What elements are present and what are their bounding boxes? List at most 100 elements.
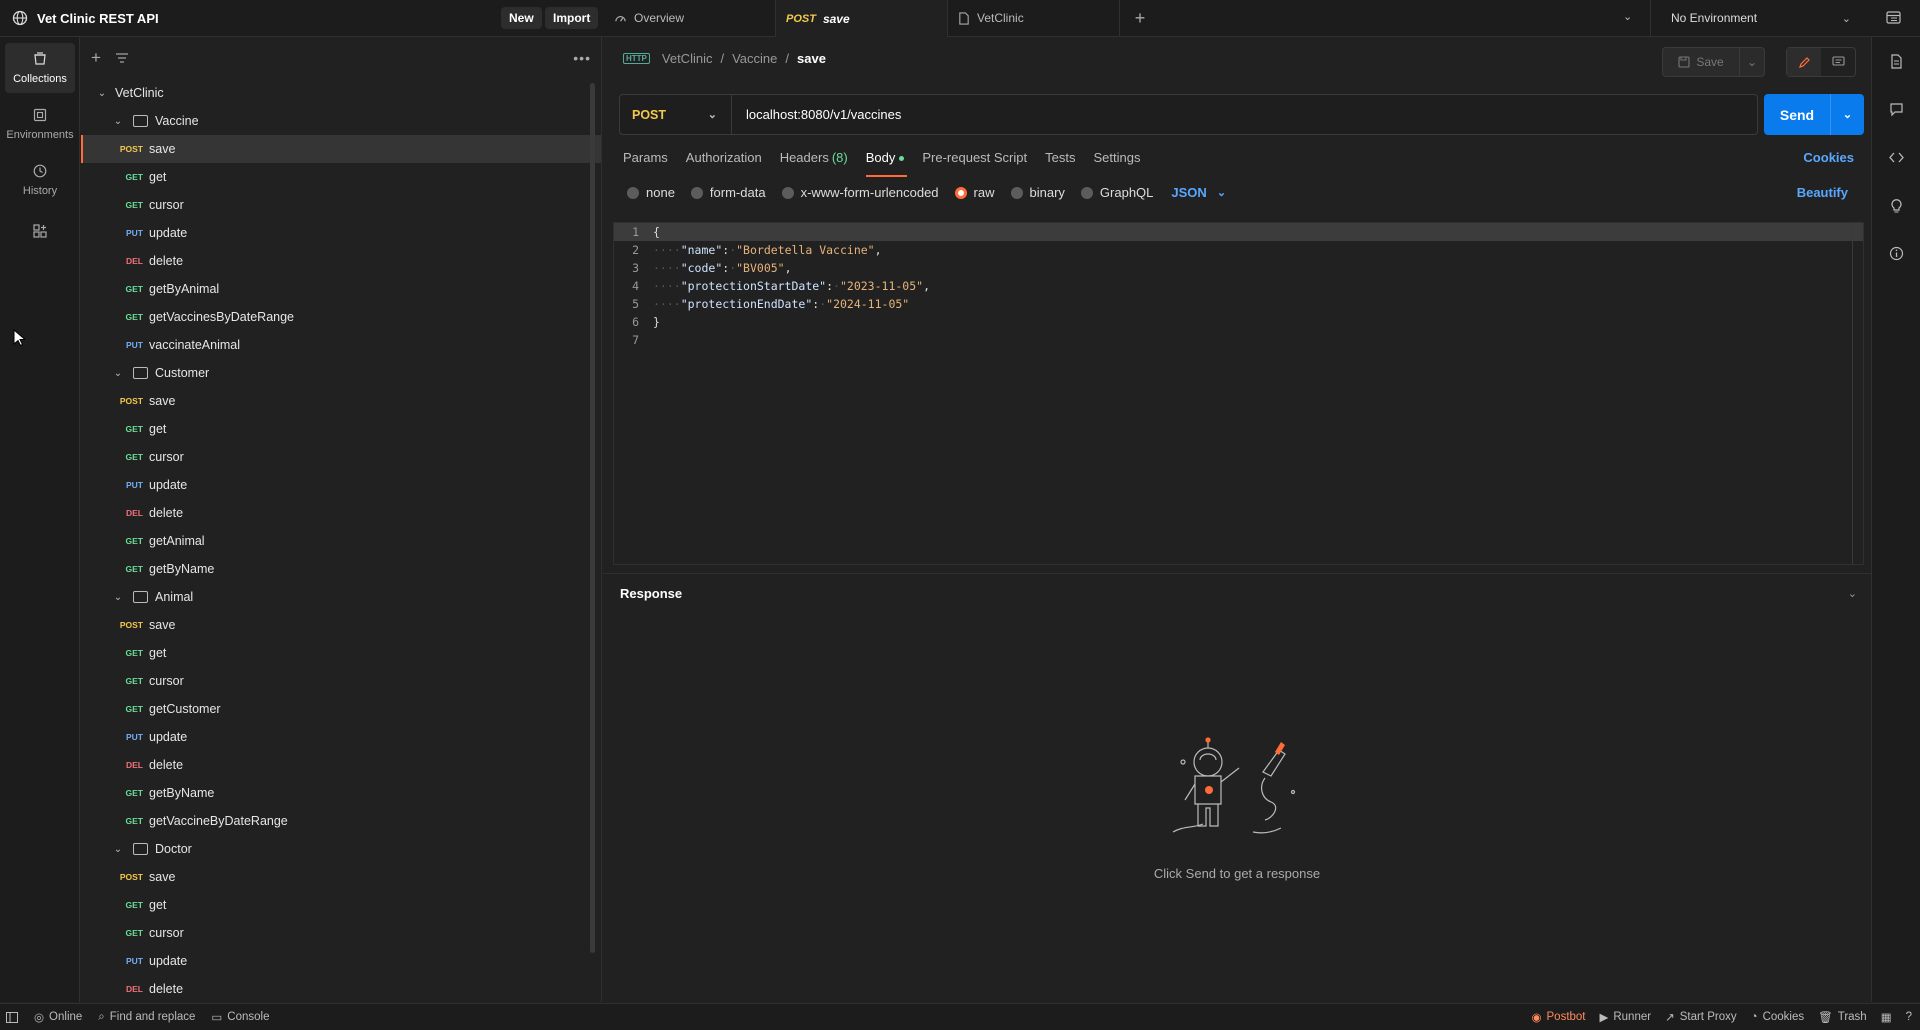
- lightbulb-icon[interactable]: [1872, 181, 1920, 229]
- tab-body[interactable]: Body: [857, 150, 914, 178]
- cookies-button[interactable]: ◔ Cookies: [1751, 1011, 1805, 1023]
- request-item[interactable]: GET cursor: [81, 443, 601, 471]
- request-name: get: [149, 646, 167, 660]
- response-header[interactable]: Response ⌄: [603, 573, 1871, 613]
- tab-params[interactable]: Params: [621, 150, 677, 178]
- radio-binary[interactable]: binary: [1010, 185, 1065, 200]
- rail-collections[interactable]: Collections: [5, 43, 75, 93]
- tab-headers[interactable]: Headers (8): [771, 150, 857, 178]
- format-select[interactable]: JSON ⌄: [1171, 185, 1226, 200]
- request-item[interactable]: GET get: [81, 415, 601, 443]
- request-item[interactable]: GET getByAnimal: [81, 275, 601, 303]
- request-item[interactable]: DEL delete: [81, 499, 601, 527]
- request-item[interactable]: GET get: [81, 891, 601, 919]
- workspace-header[interactable]: Vet Clinic REST API: [12, 0, 159, 36]
- url-input[interactable]: localhost:8080/v1/vaccines: [732, 107, 1757, 122]
- search-collections-input[interactable]: [143, 46, 559, 70]
- comments-icon[interactable]: [1872, 85, 1920, 133]
- layout-icon[interactable]: ▦: [1881, 1010, 1892, 1024]
- tab-overview[interactable]: Overview: [604, 0, 776, 36]
- runner-button[interactable]: ▶ Runner: [1600, 1010, 1652, 1024]
- tab-settings[interactable]: Settings: [1084, 150, 1149, 178]
- filter-icon[interactable]: [115, 52, 129, 64]
- request-item[interactable]: GET getByName: [81, 779, 601, 807]
- request-item[interactable]: POST save: [81, 863, 601, 891]
- tabs-overflow-chevron-icon[interactable]: ⌄: [1623, 10, 1632, 23]
- new-tab-button[interactable]: +: [1120, 0, 1160, 36]
- request-item[interactable]: POST save: [81, 135, 601, 163]
- start-proxy-button[interactable]: ↗ Start Proxy: [1665, 1010, 1737, 1024]
- console-button[interactable]: ▭ Console: [211, 1010, 269, 1024]
- send-options-chevron-icon[interactable]: ⌄: [1831, 94, 1864, 135]
- import-button[interactable]: Import: [545, 7, 599, 29]
- environment-selector[interactable]: No Environment ⌄: [1650, 0, 1865, 36]
- folder-row[interactable]: ⌄ Doctor: [81, 835, 601, 863]
- find-replace-button[interactable]: ⌕ Find and replace: [98, 1011, 195, 1024]
- request-item[interactable]: POST save: [81, 611, 601, 639]
- radio-none[interactable]: none: [627, 185, 675, 200]
- request-item[interactable]: PUT update: [81, 219, 601, 247]
- request-item[interactable]: PUT update: [81, 947, 601, 975]
- comments-mode-icon[interactable]: [1821, 48, 1855, 76]
- edit-mode-pencil-icon[interactable]: [1787, 48, 1821, 76]
- documentation-icon[interactable]: [1872, 37, 1920, 85]
- breadcrumb-collection[interactable]: VetClinic: [662, 51, 713, 66]
- body-code-editor[interactable]: 1{ 2 ····"name":·"Bordetella Vaccine", 3 ·…: [613, 222, 1864, 565]
- rail-configure[interactable]: [5, 211, 75, 251]
- radio-urlencoded[interactable]: x-www-form-urlencoded: [781, 185, 939, 200]
- tab-save[interactable]: POST save: [776, 0, 948, 37]
- folder-row[interactable]: ⌄ Customer: [81, 359, 601, 387]
- request-item[interactable]: GET cursor: [81, 667, 601, 695]
- tab-prerequest-script[interactable]: Pre-request Script: [913, 150, 1036, 178]
- add-collection-icon[interactable]: +: [91, 48, 101, 68]
- toggle-sidebar-icon[interactable]: [6, 1011, 18, 1023]
- save-options-chevron-icon[interactable]: ⌄: [1740, 55, 1764, 69]
- cookies-link[interactable]: Cookies: [1803, 150, 1854, 165]
- request-item[interactable]: DEL delete: [81, 247, 601, 275]
- request-item[interactable]: GET getVaccinesByDateRange: [81, 303, 601, 331]
- help-icon[interactable]: ?: [1906, 1011, 1912, 1023]
- tab-authorization[interactable]: Authorization: [677, 150, 771, 178]
- beautify-button[interactable]: Beautify: [1797, 185, 1848, 200]
- save-button[interactable]: Save: [1663, 48, 1740, 76]
- rail-environments[interactable]: Environments: [5, 99, 75, 149]
- request-item[interactable]: PUT update: [81, 723, 601, 751]
- request-item[interactable]: DEL delete: [81, 751, 601, 779]
- request-item[interactable]: GET cursor: [81, 919, 601, 947]
- collection-row[interactable]: ⌄ VetClinic: [81, 79, 601, 107]
- request-item[interactable]: DEL delete: [81, 975, 601, 1002]
- request-item[interactable]: PUT update: [81, 471, 601, 499]
- tab-vetclinic[interactable]: VetClinic: [948, 0, 1120, 36]
- request-item[interactable]: GET cursor: [81, 191, 601, 219]
- request-item[interactable]: PUT vaccinateAnimal: [81, 331, 601, 359]
- environment-quicklook-icon[interactable]: [1886, 10, 1901, 28]
- radio-form-data[interactable]: form-data: [690, 185, 766, 200]
- online-status[interactable]: ◎ Online: [34, 1010, 82, 1024]
- send-button[interactable]: Send: [1764, 94, 1831, 135]
- more-options-icon[interactable]: •••: [573, 50, 591, 66]
- request-item[interactable]: GET get: [81, 639, 601, 667]
- request-item[interactable]: POST save: [81, 387, 601, 415]
- rail-history[interactable]: History: [5, 155, 75, 205]
- tab-tests[interactable]: Tests: [1036, 150, 1084, 178]
- code-snippet-icon[interactable]: [1872, 133, 1920, 181]
- sidebar-scrollbar[interactable]: [590, 83, 595, 953]
- trash-button[interactable]: 🗑 Trash: [1818, 1010, 1867, 1024]
- request-item[interactable]: GET getByName: [81, 555, 601, 583]
- request-item[interactable]: GET getVaccineByDateRange: [81, 807, 601, 835]
- request-item[interactable]: GET getAnimal: [81, 527, 601, 555]
- editor-scrollbar[interactable]: [1852, 223, 1853, 564]
- radio-graphql[interactable]: GraphQL: [1080, 185, 1153, 200]
- postbot-button[interactable]: ◉ Postbot: [1531, 1010, 1585, 1024]
- request-item[interactable]: GET getCustomer: [81, 695, 601, 723]
- breadcrumb-folder[interactable]: Vaccine: [732, 51, 777, 66]
- breadcrumb-request[interactable]: save: [797, 51, 826, 66]
- new-button[interactable]: New: [501, 7, 542, 29]
- folder-row[interactable]: ⌄ Animal: [81, 583, 601, 611]
- folder-row[interactable]: ⌄ Vaccine: [81, 107, 601, 135]
- radio-raw[interactable]: raw: [954, 185, 995, 200]
- info-icon[interactable]: [1872, 229, 1920, 277]
- chevron-down-icon[interactable]: ⌄: [1848, 587, 1857, 600]
- request-item[interactable]: GET get: [81, 163, 601, 191]
- method-select[interactable]: POST ⌄: [620, 95, 732, 134]
